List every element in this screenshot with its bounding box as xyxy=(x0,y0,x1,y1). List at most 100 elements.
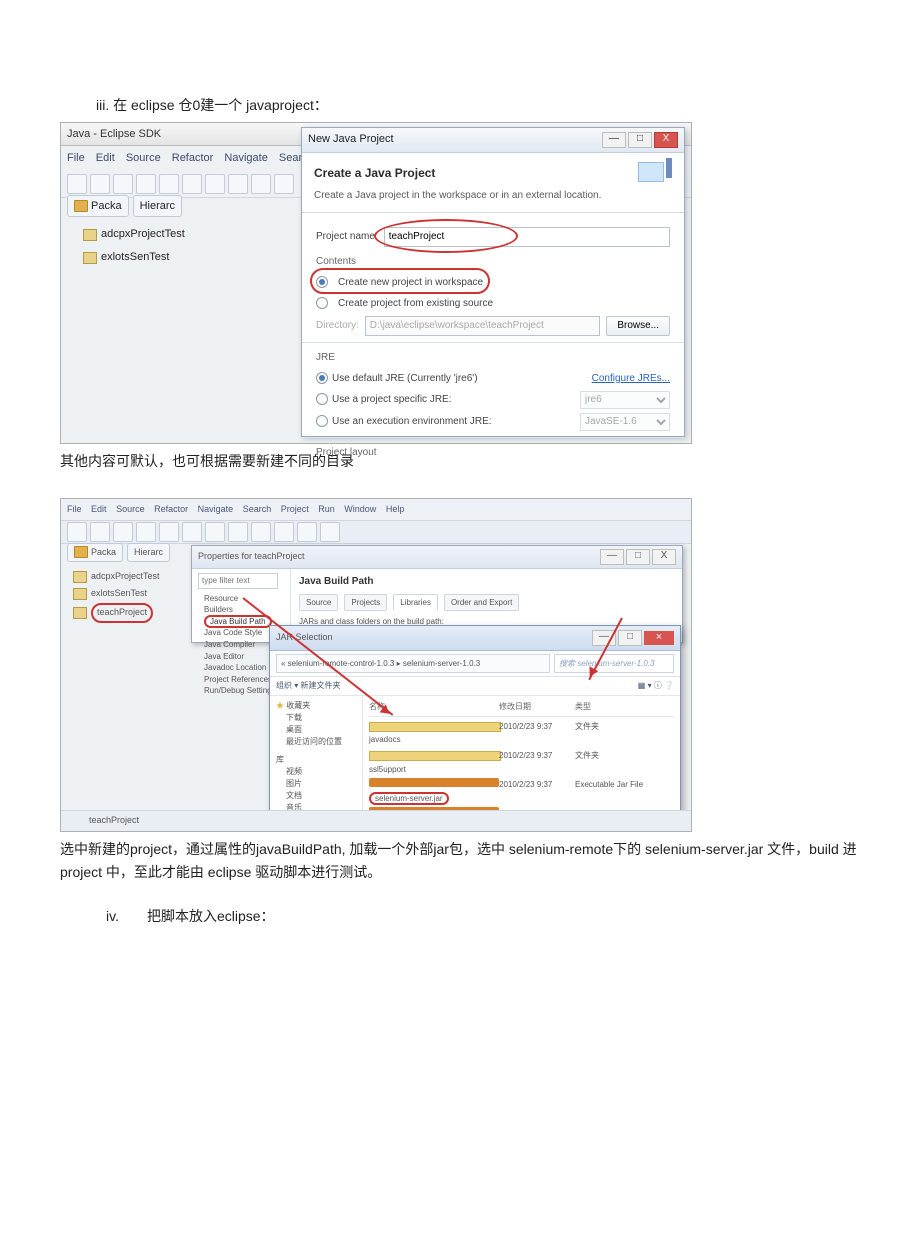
toolbar-btn[interactable] xyxy=(182,174,202,194)
col-type[interactable]: 类型 xyxy=(575,700,591,714)
file-row[interactable]: selenium-server.jar2010/2/23 9:37Executa… xyxy=(369,777,674,806)
project-icon xyxy=(73,588,87,600)
step-iii: iii. 在 eclipse 仓0建一个 javaproject： xyxy=(96,94,860,118)
menu-refactor[interactable]: Refactor xyxy=(172,152,214,164)
toolbar-btn[interactable] xyxy=(274,522,294,542)
toolbar-btn[interactable] xyxy=(113,174,133,194)
menu-file[interactable]: File xyxy=(67,152,85,164)
file-row[interactable]: ssl5upport2010/2/23 9:37文件夹 xyxy=(369,748,674,777)
tab-projects[interactable]: Projects xyxy=(344,594,387,612)
file-list[interactable]: 名称 修改日期 类型 javadocs2010/2/23 9:37文件夹ssl5… xyxy=(363,696,680,812)
file-row[interactable]: javadocs2010/2/23 9:37文件夹 xyxy=(369,719,674,748)
tree-project[interactable]: exlotsSenTest xyxy=(67,585,177,602)
toolbar-btn[interactable] xyxy=(251,522,271,542)
tab-source[interactable]: Source xyxy=(299,594,338,612)
env-jre-select[interactable]: JavaSE-1.6 xyxy=(580,413,670,431)
radio-existing-source[interactable]: Create project from existing source xyxy=(316,295,670,312)
nav-downloads[interactable]: 下载 xyxy=(276,712,356,724)
toolbar-btn[interactable] xyxy=(251,174,271,194)
prop-item[interactable]: Javadoc Location xyxy=(204,662,278,674)
radio-icon xyxy=(316,393,328,405)
configure-jres-link[interactable]: Configure JREs... xyxy=(592,370,670,387)
toolbar-btn[interactable] xyxy=(182,522,202,542)
close-button[interactable]: X xyxy=(654,132,678,148)
toolbar-btn[interactable] xyxy=(297,522,317,542)
maximize-button[interactable]: □ xyxy=(626,549,650,565)
tree-project[interactable]: exlotsSenTest xyxy=(67,246,267,269)
menu-window[interactable]: Window xyxy=(344,504,376,514)
toolbar-btn[interactable] xyxy=(228,174,248,194)
toolbar-btn[interactable] xyxy=(159,522,179,542)
menu-navigate[interactable]: Navigate xyxy=(224,152,267,164)
toolbar-btn[interactable] xyxy=(159,174,179,194)
prop-item[interactable]: Java Editor xyxy=(204,651,278,663)
toolbar-btn[interactable] xyxy=(90,174,110,194)
package-explorer[interactable]: Packa Hierarc adcpxProjectTest exlotsSen… xyxy=(67,543,177,624)
toolbar-btn[interactable] xyxy=(228,522,248,542)
browse-button[interactable]: Browse... xyxy=(606,316,670,336)
specific-jre-select[interactable]: jre6 xyxy=(580,391,670,409)
close-button[interactable]: × xyxy=(644,631,674,645)
toolbar-btn[interactable] xyxy=(136,174,156,194)
prop-item[interactable]: Run/Debug Settings xyxy=(204,685,278,697)
tab-hierarchy[interactable]: Hierarc xyxy=(127,543,170,562)
radio-default-jre[interactable]: Use default JRE (Currently 'jre6') xyxy=(316,370,478,387)
nav-videos[interactable]: 视频 xyxy=(276,766,356,778)
menu-edit[interactable]: Edit xyxy=(91,504,107,514)
close-button[interactable]: X xyxy=(652,549,676,565)
view-icons[interactable]: ▦ ▾ ⓘ ❔ xyxy=(638,679,674,693)
eclipse-menu-bar[interactable]: File Edit Source Refactor Navigate Searc… xyxy=(61,499,691,521)
tree-project[interactable]: adcpxProjectTest xyxy=(67,568,177,585)
nav-panel[interactable]: ★ 收藏夹 下载 桌面 最近访问的位置 库 视频 图片 文档 音乐 xyxy=(270,696,363,812)
toolbar-btn[interactable] xyxy=(205,522,225,542)
menu-search[interactable]: Search xyxy=(243,504,272,514)
tree-project-selected[interactable]: teachProject xyxy=(67,602,177,623)
menu-project[interactable]: Project xyxy=(281,504,309,514)
menu-help[interactable]: Help xyxy=(386,504,405,514)
nav-libraries[interactable]: 库 xyxy=(276,754,356,766)
menu-refactor[interactable]: Refactor xyxy=(154,504,188,514)
prop-item[interactable]: Java Code Style xyxy=(204,627,278,639)
nav-documents[interactable]: 文档 xyxy=(276,790,356,802)
radio-env-jre[interactable]: Use an execution environment JRE: xyxy=(316,413,492,430)
tab-order[interactable]: Order and Export xyxy=(444,594,519,612)
toolbar-btn[interactable] xyxy=(205,174,225,194)
prop-item[interactable]: Java Compiler xyxy=(204,639,278,651)
filter-input[interactable] xyxy=(198,573,278,589)
nav-desktop[interactable]: 桌面 xyxy=(276,724,356,736)
nav-recent[interactable]: 最近访问的位置 xyxy=(276,736,356,748)
toolbar-btn[interactable] xyxy=(113,522,133,542)
package-explorer[interactable]: Packa Hierarc adcpxProjectTest exlotsSen… xyxy=(67,195,267,269)
menu-run[interactable]: Run xyxy=(318,504,335,514)
menu-edit[interactable]: Edit xyxy=(96,152,115,164)
eclipse-toolbar[interactable] xyxy=(61,521,691,544)
maximize-button[interactable]: □ xyxy=(618,630,642,646)
toolbar-btn[interactable] xyxy=(136,522,156,542)
tab-package[interactable]: Packa xyxy=(67,543,123,562)
radio-specific-jre[interactable]: Use a project specific JRE: xyxy=(316,391,452,408)
tab-hierarchy[interactable]: Hierarc xyxy=(133,195,182,218)
maximize-button[interactable]: □ xyxy=(628,132,652,148)
tab-libraries[interactable]: Libraries xyxy=(393,594,438,612)
toolbar-btn[interactable] xyxy=(67,522,87,542)
toolbar-btn[interactable] xyxy=(90,522,110,542)
menu-source[interactable]: Source xyxy=(116,504,145,514)
menu-navigate[interactable]: Navigate xyxy=(198,504,234,514)
menu-file[interactable]: File xyxy=(67,504,82,514)
prop-item[interactable]: Project References xyxy=(204,674,278,686)
toolbar-btn[interactable] xyxy=(274,174,294,194)
tab-package[interactable]: Packa xyxy=(67,195,129,218)
minimize-button[interactable]: — xyxy=(602,132,626,148)
search-input[interactable]: 搜索 selenium-server-1.0.3 xyxy=(554,654,674,674)
col-date[interactable]: 修改日期 xyxy=(499,700,575,714)
dialog-titlebar[interactable]: New Java Project — □ X xyxy=(302,128,684,153)
toolbar-btn[interactable] xyxy=(67,174,87,194)
nav-pictures[interactable]: 图片 xyxy=(276,778,356,790)
menu-source[interactable]: Source xyxy=(126,152,161,164)
nav-fav[interactable]: 收藏夹 xyxy=(286,701,310,710)
tree-project[interactable]: adcpxProjectTest xyxy=(67,223,267,246)
toolbar-btn[interactable] xyxy=(320,522,340,542)
minimize-button[interactable]: — xyxy=(600,549,624,565)
toolbar-left[interactable]: 组织 ▾ 新建文件夹 xyxy=(276,679,340,693)
radio-icon xyxy=(316,415,328,427)
